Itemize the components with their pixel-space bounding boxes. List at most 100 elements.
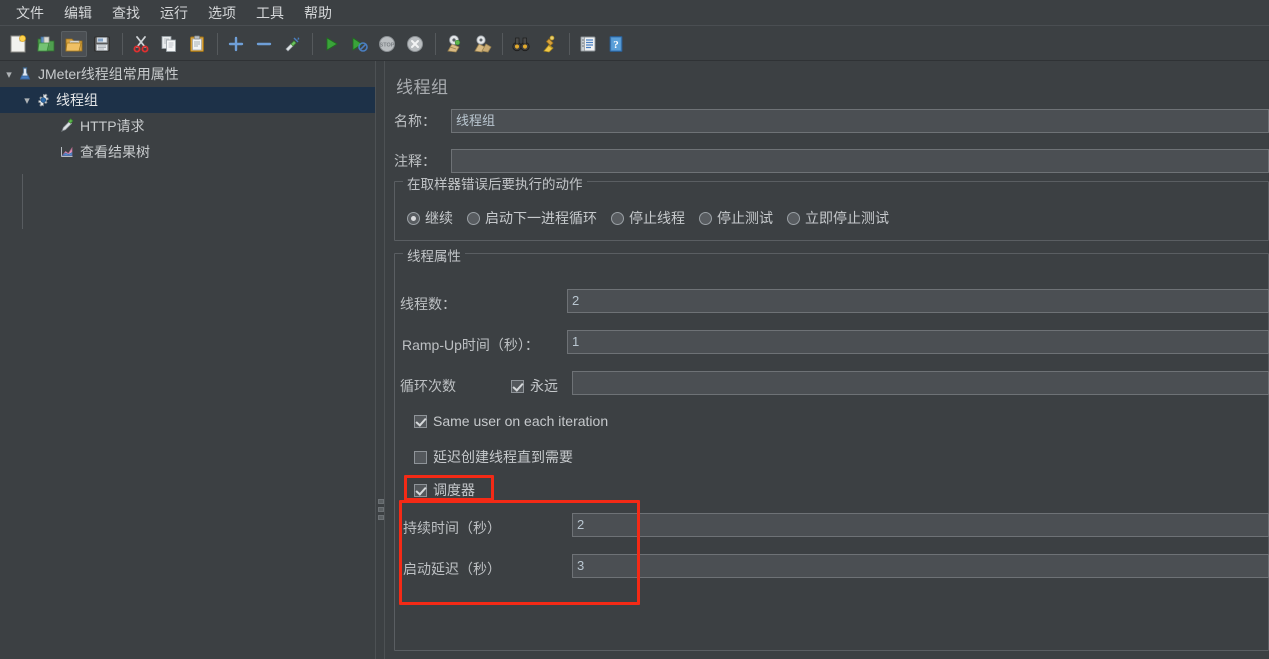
thread-group-gear-icon: [34, 91, 52, 109]
chevron-down-icon[interactable]: ▾: [2, 67, 16, 81]
comment-row: 注释：: [394, 151, 436, 171]
copy-icon[interactable]: [156, 31, 182, 57]
tree-node-http-request[interactable]: HTTP请求: [0, 113, 375, 139]
ramp-up-input[interactable]: 1: [567, 330, 1269, 354]
radio-indicator[interactable]: [407, 211, 420, 225]
toolbar: STOP ?: [0, 27, 1269, 61]
tree-node-test-plan[interactable]: ▾ JMeter线程组常用属性: [0, 61, 375, 87]
open-folder-icon[interactable]: [61, 30, 87, 57]
same-user-checkbox[interactable]: Same user on each iteration: [414, 413, 608, 429]
open-templates-icon[interactable]: [33, 31, 59, 57]
menu-bar: 文件 编辑 查找 运行 选项 工具 帮助: [0, 0, 1269, 26]
svg-text:STOP: STOP: [380, 42, 395, 48]
checkbox-indicator[interactable]: [511, 379, 524, 393]
test-plan-tree[interactable]: ▾ JMeter线程组常用属性 ▾ 线程组 HTTP请求 查看结果树: [0, 61, 375, 659]
checkbox-indicator[interactable]: [414, 483, 427, 497]
startup-delay-input[interactable]: 3: [572, 554, 1269, 578]
test-plan-icon: [16, 65, 34, 83]
radio-stop-thread[interactable]: 停止线程: [611, 208, 685, 228]
radio-stop-test[interactable]: 停止测试: [699, 208, 773, 228]
toolbar-separator-1: [122, 32, 123, 55]
radio-indicator[interactable]: [699, 211, 712, 225]
radio-indicator[interactable]: [611, 211, 624, 225]
jmeter-window: 文件 编辑 查找 运行 选项 工具 帮助 STOP ? ▾ JMeter线程组常…: [0, 0, 1269, 659]
toolbar-separator-3: [312, 32, 313, 55]
function-helper-icon[interactable]: [575, 31, 601, 57]
radio-label: 立即停止测试: [805, 210, 889, 226]
radio-label: 停止测试: [717, 210, 773, 226]
tree-node-label: 线程组: [56, 92, 98, 108]
start-play-icon[interactable]: [318, 31, 344, 57]
stop-icon[interactable]: STOP: [374, 31, 400, 57]
thread-count-label: 线程数：: [400, 296, 456, 312]
clear-broom-icon[interactable]: [441, 31, 467, 57]
panel-splitter[interactable]: [375, 61, 385, 659]
menu-edit[interactable]: 编辑: [54, 2, 102, 24]
menu-tools[interactable]: 工具: [246, 2, 294, 24]
toolbar-separator-5: [502, 32, 503, 55]
checkbox-indicator[interactable]: [414, 414, 427, 428]
radio-label: 启动下一进程循环: [485, 210, 597, 226]
tree-node-view-results-tree[interactable]: 查看结果树: [0, 139, 375, 165]
same-user-label: Same user on each iteration: [433, 413, 609, 429]
start-no-pause-icon[interactable]: [346, 31, 372, 57]
startup-delay-label: 启动延迟（秒）: [403, 561, 501, 577]
plus-expand-icon[interactable]: [223, 31, 249, 57]
help-question-icon[interactable]: ?: [603, 31, 629, 57]
comment-input[interactable]: [451, 149, 1269, 173]
loop-count-input[interactable]: [572, 371, 1269, 395]
view-results-tree-icon: [58, 143, 76, 161]
tree-node-label: 查看结果树: [80, 144, 150, 160]
sampler-error-action-title: 在取样器错误后要执行的动作: [403, 173, 587, 193]
radio-label: 继续: [425, 210, 453, 226]
radio-stop-test-now[interactable]: 立即停止测试: [787, 208, 889, 228]
thread-group-editor: 线程组 名称： 线程组 注释： 在取样器错误后要执行的动作 继续 启动下一进程循…: [386, 61, 1269, 659]
duration-label: 持续时间（秒）: [403, 520, 501, 536]
shutdown-icon[interactable]: [402, 31, 428, 57]
reset-search-icon[interactable]: [536, 31, 562, 57]
tree-node-label: JMeter线程组常用属性: [38, 66, 179, 82]
scheduler-label: 调度器: [433, 482, 475, 498]
menu-search[interactable]: 查找: [102, 2, 150, 24]
name-label: 名称：: [394, 113, 436, 129]
forever-label: 永远: [530, 378, 558, 394]
duration-input[interactable]: 2: [572, 513, 1269, 537]
search-binoculars-icon[interactable]: [508, 31, 534, 57]
clear-all-broom-icon[interactable]: [469, 31, 495, 57]
delayed-thread-creation-label: 延迟创建线程直到需要: [433, 449, 573, 465]
checkbox-indicator[interactable]: [414, 450, 427, 464]
tree-node-label: HTTP请求: [80, 118, 145, 134]
menu-options[interactable]: 选项: [198, 2, 246, 24]
comment-label: 注释：: [394, 153, 436, 169]
tree-node-thread-group[interactable]: ▾ 线程组: [0, 87, 375, 113]
save-floppy-icon[interactable]: [89, 31, 115, 57]
paste-clipboard-icon[interactable]: [184, 31, 210, 57]
new-document-icon[interactable]: [5, 31, 31, 57]
radio-continue[interactable]: 继续: [407, 208, 453, 228]
delayed-thread-creation-checkbox[interactable]: 延迟创建线程直到需要: [414, 447, 573, 467]
thread-count-input[interactable]: 2: [567, 289, 1269, 313]
ramp-up-label: Ramp-Up时间（秒）：: [402, 337, 539, 353]
toggle-enable-icon[interactable]: [279, 31, 305, 57]
thread-properties-title: 线程属性: [403, 245, 465, 265]
scheduler-checkbox[interactable]: 调度器: [414, 480, 475, 500]
minus-collapse-icon[interactable]: [251, 31, 277, 57]
forever-checkbox[interactable]: 永远: [511, 376, 558, 396]
loop-count-label: 循环次数: [400, 378, 456, 394]
radio-label: 停止线程: [629, 210, 685, 226]
tree-guide-line: [22, 174, 23, 229]
menu-help[interactable]: 帮助: [294, 2, 342, 24]
sampler-error-action-group: 在取样器错误后要执行的动作 继续 启动下一进程循环 停止线程 停止测试 立即停止…: [394, 173, 1269, 241]
radio-start-next-loop[interactable]: 启动下一进程循环: [467, 208, 597, 228]
cut-scissors-icon[interactable]: [128, 31, 154, 57]
splitter-grip[interactable]: [378, 499, 384, 523]
menu-file[interactable]: 文件: [6, 2, 54, 24]
error-action-radio-group: 继续 启动下一进程循环 停止线程 停止测试 立即停止测试: [407, 208, 903, 228]
name-input[interactable]: 线程组: [451, 109, 1269, 133]
page-title: 线程组: [396, 78, 449, 97]
menu-run[interactable]: 运行: [150, 2, 198, 24]
radio-indicator[interactable]: [467, 211, 480, 225]
svg-text:?: ?: [613, 39, 619, 51]
radio-indicator[interactable]: [787, 211, 800, 225]
chevron-down-icon[interactable]: ▾: [20, 93, 34, 107]
